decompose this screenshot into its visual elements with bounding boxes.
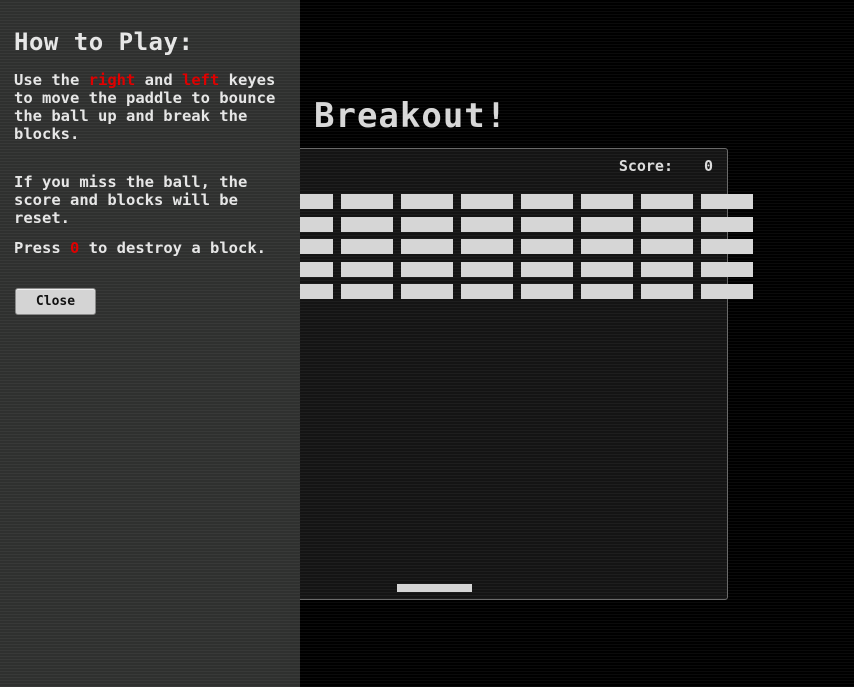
brick <box>641 239 693 254</box>
help-paragraph-controls: Use the right and left keyes to move the… <box>14 71 290 143</box>
score-display: Score: 0 <box>619 157 713 175</box>
brick <box>701 284 753 299</box>
score-label: Score: <box>618 157 673 175</box>
key-left-highlight: left <box>182 71 220 89</box>
score-value: 0 <box>703 157 713 175</box>
brick <box>401 216 453 232</box>
brick <box>641 194 693 209</box>
brick <box>701 194 753 209</box>
game-title: Breakout! <box>314 96 508 136</box>
brick <box>581 194 633 209</box>
help-panel: How to Play: Use the right and left keye… <box>0 0 300 687</box>
brick <box>521 216 573 232</box>
help-heading: How to Play: <box>14 28 194 56</box>
brick <box>401 261 453 277</box>
brick <box>581 284 633 299</box>
brick <box>581 216 633 232</box>
brick <box>641 261 693 277</box>
brick <box>461 261 513 277</box>
brick <box>341 194 393 209</box>
brick <box>341 261 393 277</box>
brick <box>401 284 453 299</box>
help-text: Press <box>14 239 70 257</box>
brick <box>461 216 513 232</box>
brick <box>341 284 393 299</box>
brick <box>461 239 513 254</box>
brick <box>581 261 633 277</box>
help-text: to destroy a block. <box>79 239 266 257</box>
brick <box>461 194 513 209</box>
brick <box>341 239 393 254</box>
key-right-highlight: right <box>88 71 136 89</box>
brick <box>701 216 753 232</box>
brick <box>401 239 453 254</box>
help-paragraph-reset: If you miss the ball, the score and bloc… <box>14 173 248 227</box>
brick <box>401 194 453 209</box>
game-board[interactable]: Score: 0 <box>232 148 753 600</box>
brick <box>581 239 633 254</box>
brick <box>641 284 693 299</box>
help-text: and <box>135 71 182 89</box>
help-paragraph-destroy: Press 0 to destroy a block. <box>14 239 290 257</box>
brick <box>701 239 753 254</box>
brick <box>521 261 573 277</box>
brick <box>461 284 513 299</box>
brick <box>521 284 573 299</box>
help-text: Use the <box>14 71 89 89</box>
brick <box>521 239 573 254</box>
brick <box>701 261 753 277</box>
brick <box>521 194 573 209</box>
key-zero-highlight: 0 <box>70 239 80 257</box>
brick <box>641 216 693 232</box>
brick <box>341 216 393 232</box>
close-button[interactable]: Close <box>15 288 96 315</box>
paddle[interactable] <box>397 584 472 592</box>
